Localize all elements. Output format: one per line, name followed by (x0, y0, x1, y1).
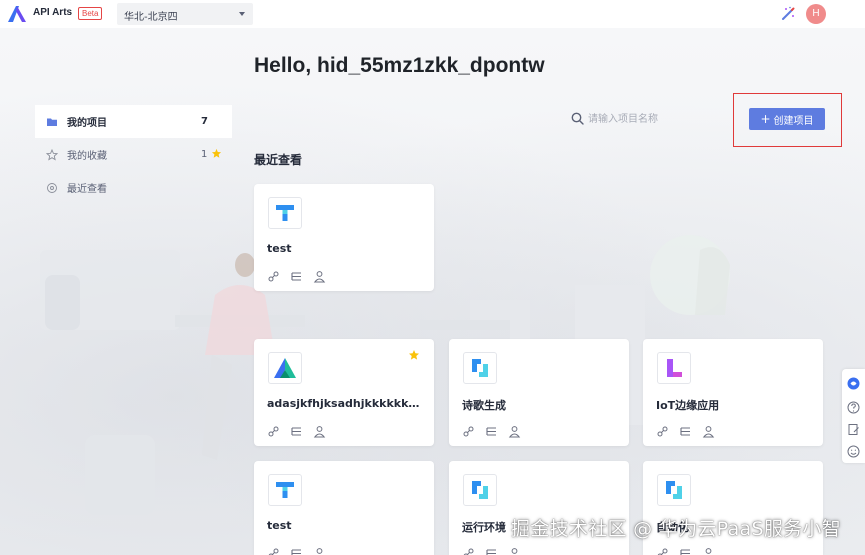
beta-badge: Beta (78, 7, 103, 20)
sidebar: 我的项目 7 我的收藏 1 最近查看 (35, 105, 232, 204)
api-arts-logo-icon[interactable] (6, 4, 28, 24)
member-icon[interactable] (508, 423, 521, 438)
member-icon[interactable] (313, 268, 326, 283)
list-icon[interactable] (485, 545, 498, 555)
project-card[interactable]: test (254, 461, 434, 555)
sidebar-item-favorites[interactable]: 我的收藏 1 (35, 138, 232, 171)
help-icon[interactable] (847, 399, 860, 414)
smile-icon[interactable] (847, 443, 860, 458)
api-icon[interactable] (267, 268, 280, 282)
list-icon[interactable] (485, 423, 498, 436)
chevron-down-icon (239, 12, 245, 16)
project-actions (656, 423, 725, 438)
member-icon[interactable] (313, 423, 326, 438)
search-input[interactable] (588, 110, 708, 128)
project-actions (267, 545, 336, 555)
project-name: IoT边缘应用 (656, 399, 720, 412)
project-logo (657, 352, 691, 384)
recent-section-title: 最近查看 (254, 153, 303, 167)
member-icon[interactable] (508, 545, 521, 555)
api-icon[interactable] (267, 545, 280, 555)
sidebar-item-recent[interactable]: 最近查看 (35, 171, 232, 204)
page-title: Hello, hid_55mz1zkk_dpontw (254, 54, 545, 77)
top-bar: API Arts Beta 华北-北京四 H (0, 0, 865, 28)
project-logo (268, 197, 302, 229)
list-icon[interactable] (290, 268, 303, 281)
magic-wand-icon[interactable] (780, 6, 796, 22)
sidebar-item-count: 1 (201, 149, 208, 160)
sidebar-item-label: 我的收藏 (67, 151, 107, 162)
project-actions (462, 545, 531, 555)
avatar[interactable]: H (806, 4, 826, 24)
project-name: adasjkfhjksadhjkkkkkkhjkkkkkk (267, 397, 421, 410)
project-bracket-logo-icon (666, 481, 682, 499)
project-a-logo-icon (274, 358, 296, 378)
member-icon[interactable] (313, 545, 326, 555)
plus-icon: + (760, 112, 771, 126)
project-logo (268, 352, 302, 384)
sidebar-item-label: 最近查看 (67, 184, 107, 195)
api-icon[interactable] (462, 423, 475, 437)
project-t-logo-icon (276, 482, 294, 498)
api-icon[interactable] (462, 545, 475, 555)
project-name: 诗歌生成 (462, 399, 506, 412)
project-logo (657, 474, 691, 506)
create-project-button[interactable]: + 创建项目 (749, 108, 825, 130)
project-name: test (267, 519, 292, 532)
list-icon[interactable] (679, 423, 692, 436)
list-icon[interactable] (290, 423, 303, 436)
app-title: API Arts (33, 7, 73, 18)
region-select-value: 华北-北京四 (124, 12, 178, 23)
project-card[interactable]: 诗歌生成 (449, 339, 629, 446)
list-icon[interactable] (679, 545, 692, 555)
watermark-text: 掘金技术社区 @ 华为云PaaS服务小智 (511, 518, 842, 540)
project-bracket-logo-icon (472, 359, 488, 377)
project-actions (267, 268, 336, 283)
project-name: test (267, 242, 292, 255)
member-icon[interactable] (702, 545, 715, 555)
edit-feedback-icon[interactable] (847, 421, 860, 435)
project-card[interactable]: test (254, 184, 434, 291)
star-outline-icon (46, 148, 58, 161)
create-project-button-label: 创建项目 (773, 115, 814, 127)
favorite-star-icon[interactable] (408, 349, 420, 361)
api-icon[interactable] (656, 545, 669, 555)
sidebar-item-label: 我的项目 (67, 118, 107, 129)
floating-toolbar (842, 369, 865, 463)
project-t-logo-icon (276, 205, 294, 221)
sidebar-item-my-projects[interactable]: 我的项目 7 (35, 105, 232, 138)
api-icon[interactable] (267, 423, 280, 437)
folder-icon (47, 118, 57, 126)
api-icon[interactable] (656, 423, 669, 437)
project-logo (463, 352, 497, 384)
project-actions (267, 423, 336, 438)
project-actions (462, 423, 531, 438)
project-bracket-logo-icon (472, 481, 488, 499)
project-logo (268, 474, 302, 506)
member-icon[interactable] (702, 423, 715, 438)
project-card[interactable]: adasjkfhjksadhjkkkkkkhjkkkkkk (254, 339, 434, 446)
project-actions (656, 545, 725, 555)
recent-icon (47, 182, 57, 193)
sidebar-item-count: 7 (201, 116, 208, 127)
search-icon (571, 112, 584, 125)
star-filled-icon (211, 148, 222, 158)
project-card[interactable]: IoT边缘应用 (643, 339, 823, 446)
project-logo (463, 474, 497, 506)
list-icon[interactable] (290, 545, 303, 555)
region-select[interactable]: 华北-北京四 (117, 3, 253, 25)
project-l-logo-icon (667, 359, 682, 377)
assistant-icon[interactable] (847, 375, 860, 390)
